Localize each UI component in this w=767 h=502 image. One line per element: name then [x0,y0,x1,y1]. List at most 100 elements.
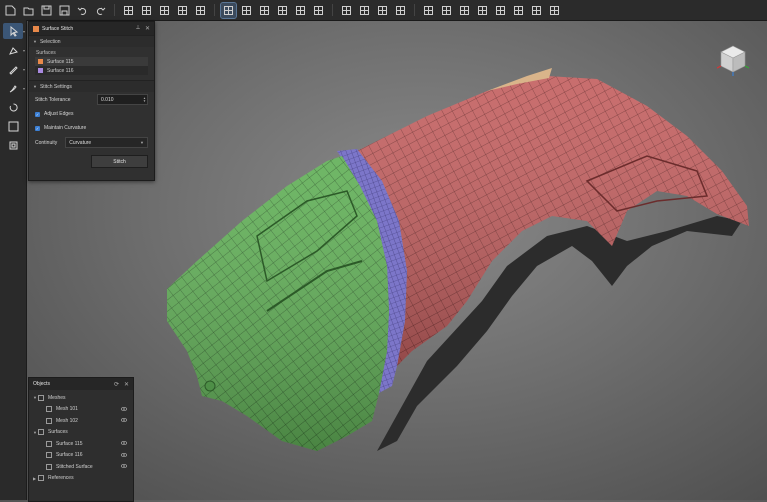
deviation-icon[interactable] [457,3,472,18]
mesh-object-icon [46,417,52,424]
chevron-down-icon: ▼ [33,39,37,44]
selection-section-header[interactable]: ▼ Selection [29,35,154,47]
objects-panel: Objects ⟳ ✕ ▼ Meshes Mesh 101 Mesh 102 ▼ Surf… [28,377,134,502]
visibility-eye-icon[interactable] [120,441,128,445]
smooth-icon[interactable] [357,3,372,18]
stitch-button[interactable]: Stitch [91,155,148,168]
mount-hole [204,380,216,392]
move-tool-icon[interactable] [3,118,23,134]
toolbar-separator [214,4,215,16]
toolbar-separator [114,4,115,16]
folder-icon [38,475,44,482]
render-icon[interactable] [547,3,562,18]
visibility-eye-icon[interactable] [120,418,128,422]
continuity-value: Curvature [69,139,92,146]
region-icon[interactable] [375,3,390,18]
mesh-object-icon [46,452,52,459]
grid-icon[interactable] [257,3,272,18]
undo-icon[interactable] [75,3,90,18]
view-cube[interactable] [717,42,749,76]
move-icon[interactable] [493,3,508,18]
object-tree-label: Meshes [48,394,66,401]
object-tree-label: Mesh 102 [56,417,78,424]
mesh-box-icon[interactable] [175,3,190,18]
open-folder-icon[interactable] [21,3,36,18]
scale-icon[interactable] [239,3,254,18]
chevron-down-icon: ▼ [33,84,37,89]
stitch-tool-icon[interactable] [3,137,23,153]
checkmark-icon: ✓ [35,111,40,117]
object-tree: ▼ Meshes Mesh 101 Mesh 102 ▼ Surfaces Surface … [29,390,133,484]
save-icon[interactable] [39,3,54,18]
brush-icon[interactable] [511,3,526,18]
pin-icon[interactable]: ⟂ [136,25,140,32]
stitch-settings-section-header[interactable]: ▼ Stitch Settings [29,80,154,92]
adjust-edges-checkbox[interactable]: ✓ Adjust Edges [29,107,154,121]
fit-icon[interactable] [475,3,490,18]
object-tree-row[interactable]: Mesh 101 [29,404,133,416]
object-tree-row[interactable]: Stitched Surface [29,461,133,473]
visibility-eye-icon[interactable] [120,452,128,457]
select-arrow-icon[interactable]: ▾ [3,23,25,39]
brush-tool-icon[interactable]: ▾ [3,80,25,96]
mesh-object-icon [46,440,52,447]
inspect-icon[interactable] [393,3,408,18]
mirror-icon[interactable] [293,3,308,18]
object-tree-row[interactable]: ▼ Surfaces [29,427,133,439]
surface-stitch-panel: Surface Stitch ⟂ ✕ ▼ Selection Surfaces … [28,21,155,181]
eraser-icon[interactable] [529,3,544,18]
checkmark-icon: ✓ [35,125,40,131]
refresh-icon[interactable]: ⟳ [114,381,119,388]
surface-color-swatch [38,68,43,73]
align-icon[interactable] [139,3,154,18]
object-tree-label: Stitched Surface [56,463,93,470]
continuity-row: Continuity Curvature ▼ [29,135,154,150]
close-icon[interactable]: ✕ [145,25,150,32]
repair-icon[interactable] [311,3,326,18]
object-tree-label: Mesh 101 [56,406,78,413]
surface-list-item[interactable]: Surface 116 [35,66,148,75]
tolerance-label: Stitch Tolerance [35,96,71,103]
object-tree-row[interactable]: Surface 115 [29,438,133,450]
continuity-select[interactable]: Curvature ▼ [65,137,148,148]
surface-list-item[interactable]: Surface 115 [35,57,148,66]
stitch-settings-label: Stitch Settings [39,83,72,90]
redo-icon[interactable] [93,3,108,18]
object-tree-label: Surface 115 [56,440,83,447]
pick-surface-icon[interactable]: ▾ [3,42,25,58]
section-icon[interactable] [439,3,454,18]
mesh-lasso-icon[interactable] [193,3,208,18]
spinner-arrows-icon[interactable]: ▲ ▼ [142,96,147,103]
rotate-tool-icon[interactable] [3,99,23,115]
surface-name: Surface 115 [47,58,74,65]
transform-icon[interactable] [121,3,136,18]
pen-tool-icon[interactable]: ▾ [3,61,25,77]
measure-icon[interactable] [421,3,436,18]
object-tree-row[interactable]: ▼ Meshes [29,392,133,404]
tolerance-input[interactable]: 0.010 ▲ ▼ [97,94,148,105]
object-tree-label: References [48,475,74,482]
continuity-label: Continuity [35,139,58,146]
object-tree-label: Surfaces [48,429,68,436]
fill-icon[interactable] [339,3,354,18]
subdivide-icon[interactable] [275,3,290,18]
left-tool-strip: ▾ ▾ ▾ ▾ [0,20,27,500]
maintain-curvature-checkbox[interactable]: ✓ Maintain Curvature [29,121,154,135]
save-as-icon[interactable] [57,3,72,18]
select-box-icon[interactable] [220,1,237,19]
new-file-icon[interactable] [3,3,18,18]
surface-color-swatch [38,59,43,64]
close-icon[interactable]: ✕ [124,381,129,388]
visibility-eye-icon[interactable] [120,406,128,411]
object-tree-row[interactable]: Surface 116 [29,450,133,462]
mesh-select-icon[interactable] [157,3,172,18]
objects-title: Objects [33,381,50,387]
object-tree-row[interactable]: Mesh 102 [29,415,133,427]
stitch-icon [33,25,39,32]
mesh-object-icon [46,463,52,470]
visibility-eye-icon[interactable] [120,464,128,468]
folder-icon [38,429,44,436]
surfaces-label: Surfaces [36,50,56,56]
main-toolbar [0,0,767,21]
object-tree-row[interactable]: ▶ References [29,473,133,485]
